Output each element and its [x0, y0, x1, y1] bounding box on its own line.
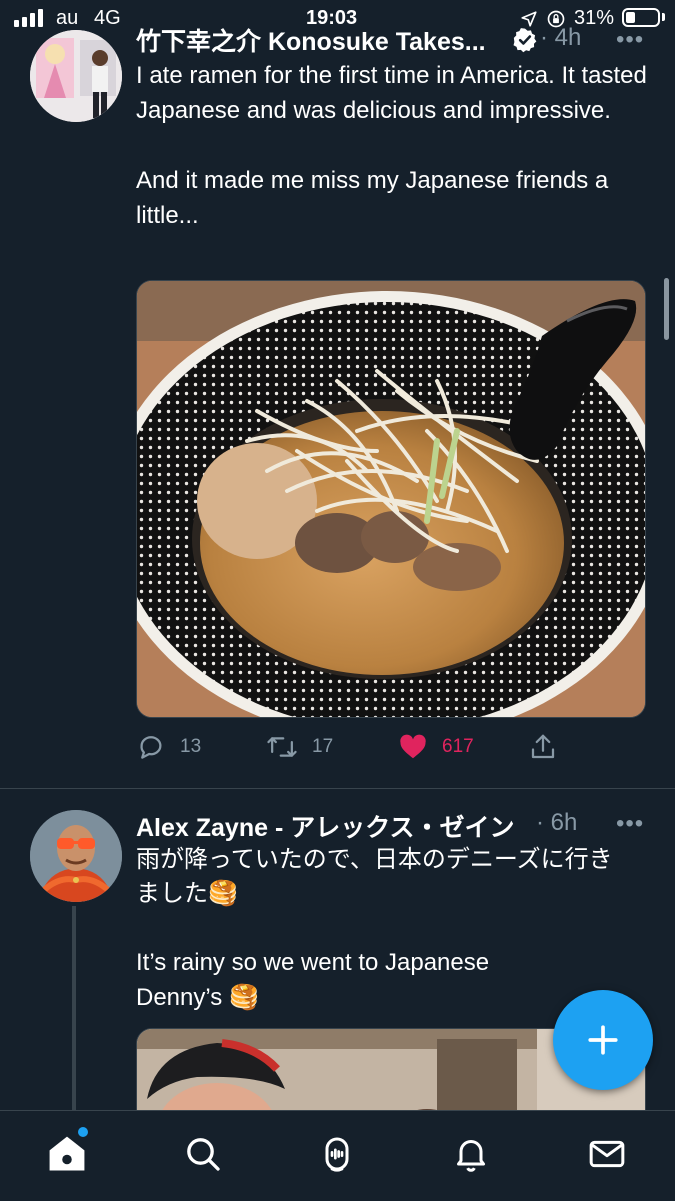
tweet-text-line: It’s rainy so we went to Japanese	[136, 949, 490, 976]
battery-tip	[662, 13, 665, 21]
share-icon	[531, 734, 555, 759]
tab-spaces[interactable]	[312, 1129, 362, 1179]
divider	[0, 788, 675, 789]
search-icon	[187, 1138, 220, 1171]
reply-button[interactable]: 13	[136, 732, 201, 762]
like-button[interactable]: 617	[398, 732, 474, 762]
retweet-button[interactable]: 17	[266, 732, 333, 762]
messages-icon	[589, 1140, 625, 1168]
battery-icon	[622, 8, 660, 27]
more-options-icon[interactable]: •••	[616, 810, 644, 838]
tweet-timestamp[interactable]: · 6h	[536, 809, 577, 837]
network-label: 4G	[94, 7, 121, 29]
spaces-icon	[325, 1137, 349, 1172]
new-content-badge	[78, 1127, 88, 1137]
thread-line	[72, 906, 76, 1110]
tab-bar	[0, 1110, 675, 1201]
retweet-icon	[267, 737, 297, 757]
tab-messages[interactable]	[582, 1129, 632, 1179]
plus-icon	[588, 1025, 618, 1055]
tweet-text-line: 雨が降っていたので、日本のデニーズに行き	[136, 846, 613, 873]
battery-percent: 31%	[574, 7, 615, 29]
carrier-label: au	[56, 7, 79, 29]
tweet-photo[interactable]	[136, 280, 646, 718]
tweet-text: I ate ramen for the first time in Americ…	[136, 62, 647, 229]
scrollbar[interactable]	[664, 278, 669, 340]
retweet-count: 17	[312, 736, 334, 757]
battery-level	[626, 12, 635, 23]
tab-search[interactable]	[178, 1129, 228, 1179]
tab-home[interactable]	[42, 1127, 92, 1179]
clock: 19:03	[306, 7, 358, 29]
like-count: 617	[442, 736, 474, 757]
reply-icon	[140, 736, 162, 759]
status-bar: au 4G 19:03 31%	[0, 0, 675, 40]
rotation-lock-icon	[547, 10, 565, 28]
home-icon	[49, 1136, 85, 1171]
author-name[interactable]: Alex Zayne - アレックス・ゼイン	[136, 808, 514, 844]
reply-count: 13	[180, 736, 202, 757]
avatar[interactable]	[30, 30, 122, 122]
signal-icon	[14, 9, 43, 27]
avatar[interactable]	[30, 810, 122, 902]
notifications-icon	[457, 1140, 485, 1172]
tweet-text-line: ました🥞	[136, 880, 238, 907]
share-button[interactable]	[528, 732, 558, 762]
compose-tweet-button[interactable]	[553, 990, 653, 1090]
location-arrow-icon	[521, 11, 537, 27]
tab-notifications[interactable]	[446, 1129, 496, 1179]
heart-icon	[400, 734, 426, 759]
